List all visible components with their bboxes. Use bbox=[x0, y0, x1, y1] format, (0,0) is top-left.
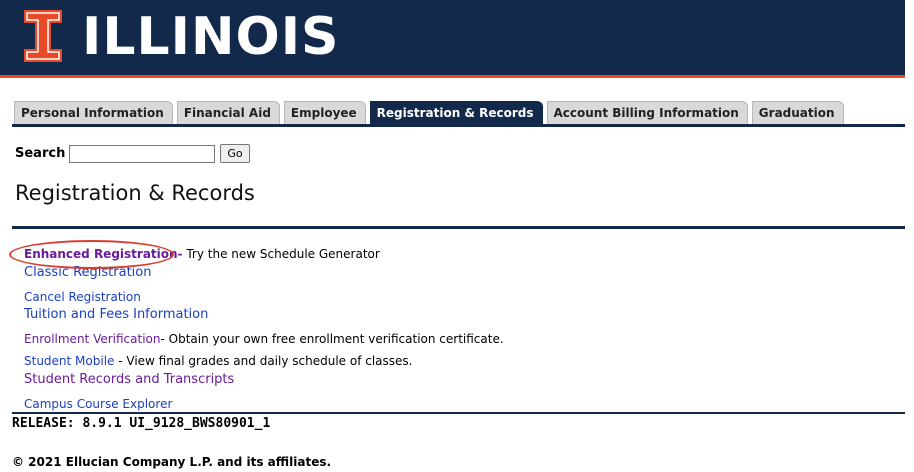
search-input[interactable] bbox=[69, 144, 216, 163]
search-label: Search bbox=[15, 146, 66, 161]
tab-divider bbox=[12, 124, 905, 127]
tab-graduation[interactable]: Graduation bbox=[751, 101, 844, 124]
menu-item-description: - View final grades and daily schedule o… bbox=[114, 354, 413, 368]
list-item: Classic Registration bbox=[24, 265, 152, 280]
classic-registration-link[interactable]: Classic Registration bbox=[24, 265, 152, 280]
enhanced-registration-link[interactable]: Enhanced Registration- bbox=[24, 247, 183, 261]
tab-registration-records[interactable]: Registration & Records bbox=[369, 101, 543, 124]
illinois-block-i-logo bbox=[24, 10, 62, 62]
tab-account-billing-information[interactable]: Account Billing Information bbox=[546, 101, 748, 124]
list-item: Enhanced Registration- Try the new Sched… bbox=[24, 247, 380, 261]
illinois-wordmark: ILLINOIS bbox=[82, 7, 340, 67]
list-item: Student Records and Transcripts bbox=[24, 372, 234, 387]
search-bar: Search Go bbox=[15, 144, 250, 163]
tab-employee[interactable]: Employee bbox=[283, 101, 366, 124]
menu-item-description: Try the new Schedule Generator bbox=[182, 247, 380, 261]
header-banner: ILLINOIS bbox=[0, 0, 905, 82]
cancel-registration-link[interactable]: Cancel Registration bbox=[24, 290, 141, 304]
page-title: Registration & Records bbox=[15, 181, 255, 205]
enrollment-verification-link[interactable]: Enrollment Verification bbox=[24, 332, 161, 346]
list-item: Cancel Registration bbox=[24, 290, 141, 304]
footer-divider bbox=[12, 412, 905, 414]
banner-white-stripe bbox=[0, 78, 905, 82]
menu-item-description: - Obtain your own free enrollment verifi… bbox=[160, 332, 504, 346]
go-button[interactable]: Go bbox=[220, 144, 250, 163]
list-item: Enrollment Verification- Obtain your own… bbox=[24, 332, 504, 346]
copyright-text: © 2021 Ellucian Company L.P. and its aff… bbox=[12, 455, 332, 469]
title-divider bbox=[12, 226, 905, 229]
list-item: Tuition and Fees Information bbox=[24, 307, 208, 322]
tab-personal-information[interactable]: Personal Information bbox=[14, 101, 173, 124]
campus-course-explorer-link[interactable]: Campus Course Explorer bbox=[24, 397, 172, 411]
main-tabs: Personal Information Financial Aid Emplo… bbox=[14, 101, 848, 124]
list-item: Campus Course Explorer bbox=[24, 397, 172, 411]
release-info: RELEASE: 8.9.1 UI_9128_BWS80901_1 bbox=[12, 416, 271, 431]
student-records-transcripts-link[interactable]: Student Records and Transcripts bbox=[24, 372, 234, 387]
tuition-fees-link[interactable]: Tuition and Fees Information bbox=[24, 307, 208, 322]
student-mobile-link[interactable]: Student Mobile bbox=[24, 354, 114, 368]
tab-financial-aid[interactable]: Financial Aid bbox=[176, 101, 280, 124]
list-item: Student Mobile - View final grades and d… bbox=[24, 354, 412, 368]
